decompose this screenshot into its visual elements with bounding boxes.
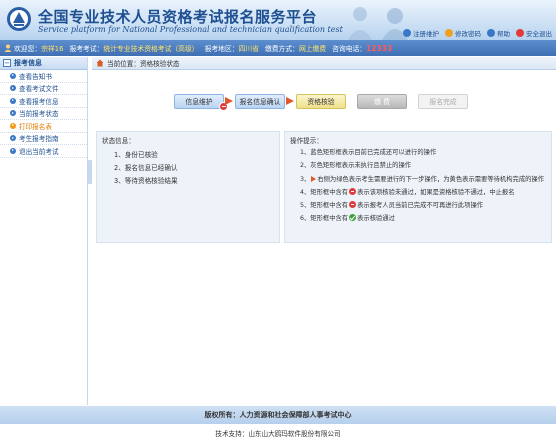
tip-line: 5、矩形框中含有 表示报考人员当前已完成不可再进行此项操作 (300, 201, 484, 209)
sidebar: − 报考信息 查看告知书 查看考试文件 查看报考信息 当前报考状态 打印报名表 … (0, 57, 88, 405)
sidebar-item-registration-info[interactable]: 查看报考信息 (0, 95, 87, 108)
change-password-link[interactable]: 修改密码 (445, 28, 481, 38)
payment-method: 网上缴费 (298, 45, 327, 53)
arrow-bullet-icon (10, 110, 16, 117)
arrow-bullet-icon (10, 72, 16, 79)
sidebar-item-registration-status[interactable]: 当前报考状态 (0, 108, 87, 120)
status-panel: 状态信息： 1、身份已核验 2、报名信息已经确认 3、等待资格核验结果 (96, 131, 280, 243)
help-link[interactable]: 帮助 (487, 28, 510, 38)
status-line: 3、等待资格核验结果 (114, 177, 178, 185)
user-info-bar: 欢迎您： 宗祥16 报考考试： 统计专业技术资格考试（高级） 报考地区： 四川省… (0, 40, 556, 56)
stop-icon (349, 188, 357, 195)
status-title: 状态信息： (102, 137, 135, 145)
arrow-bullet-icon (10, 135, 16, 142)
logo-icon (7, 7, 31, 31)
status-line: 1、身份已核验 (114, 151, 158, 159)
tip-line: 4、矩形框中含有 表示该项核验未通过，如果是资格核验不通过，中止报名 (300, 188, 515, 196)
sidebar-item-notice[interactable]: 查看告知书 (0, 70, 87, 83)
help-icon (487, 29, 495, 37)
step-confirm-info[interactable]: 报名信息确认 (235, 93, 285, 109)
footer-support: 技术支持：山东山大鸥玛软件股份有限公司 (0, 424, 556, 442)
collapse-icon[interactable]: − (3, 59, 11, 67)
exit-icon (516, 29, 524, 37)
register-link[interactable]: 注册维护 (403, 28, 439, 38)
stop-icon (349, 201, 357, 208)
register-icon (403, 29, 411, 37)
arrow-right-icon (286, 97, 295, 105)
tip-line: 2、灰色矩形框表示未执行且禁止的操作 (300, 162, 412, 169)
status-line: 2、报名信息已经确认 (114, 164, 178, 172)
home-icon (96, 59, 104, 67)
step-info-maintenance[interactable]: 信息维护 (174, 93, 228, 111)
step-complete: 报名完成 (418, 93, 468, 109)
exam-region: 四川省 (238, 45, 259, 53)
tip-line: 6、矩形框中含有 表示核验通过 (300, 214, 395, 222)
arrow-bullet-icon (10, 85, 16, 92)
check-icon (349, 214, 357, 221)
arrow-right-icon (225, 97, 234, 105)
site-subtitle: Service platform for National Profession… (38, 25, 343, 34)
arrow-right-icon (310, 175, 317, 182)
main-content: 当前位置：资格核验状态 信息维护 报名信息确认 资格核验 缴 费 报名完成 状态… (92, 57, 556, 405)
top-links: 注册维护 修改密码 帮助 安全退出 (403, 28, 552, 38)
sidebar-header[interactable]: − 报考信息 (0, 57, 87, 70)
tip-line: 3、 右侧为绿色表示考生需要进行的下一步操作，为黄色表示需要等待机构完成的操作 (300, 175, 544, 183)
tip-line: 1、蓝色矩形框表示目前已完成还可以进行的操作 (300, 149, 437, 156)
tips-panel: 操作提示： 1、蓝色矩形框表示目前已完成还可以进行的操作 2、灰色矩形框表示未执… (284, 131, 552, 243)
step-qualification-check[interactable]: 资格核验 (296, 93, 346, 109)
header: 全国专业技术人员资格考试报名服务平台 Service platform for … (0, 0, 556, 40)
user-icon (4, 44, 12, 52)
lock-icon (445, 29, 453, 37)
arrow-bullet-icon (10, 122, 16, 129)
sidebar-item-exam-files[interactable]: 查看考试文件 (0, 83, 87, 95)
arrow-bullet-icon (10, 97, 16, 104)
progress-steps: 信息维护 报名信息确认 资格核验 缴 费 报名完成 (174, 93, 468, 111)
sidebar-item-guide[interactable]: 考生报考指南 (0, 133, 87, 145)
tips-title: 操作提示： (290, 137, 323, 145)
sidebar-item-quit-exam[interactable]: 退出当前考试 (0, 145, 87, 158)
arrow-bullet-icon (10, 147, 16, 154)
exam-name: 统计专业技术资格考试（高级） (103, 45, 199, 53)
footer-copyright: 版权所有：人力资源和社会保障部人事考试中心 (0, 406, 556, 424)
breadcrumb: 当前位置：资格核验状态 (92, 57, 556, 70)
username: 宗祥16 (41, 45, 64, 53)
sidebar-item-print-form[interactable]: 打印报名表 (0, 120, 87, 133)
site-title: 全国专业技术人员资格考试报名服务平台 (38, 8, 318, 26)
step-payment: 缴 费 (357, 93, 407, 109)
hotline-number: 12333 (366, 43, 393, 53)
logout-link[interactable]: 安全退出 (516, 28, 552, 38)
